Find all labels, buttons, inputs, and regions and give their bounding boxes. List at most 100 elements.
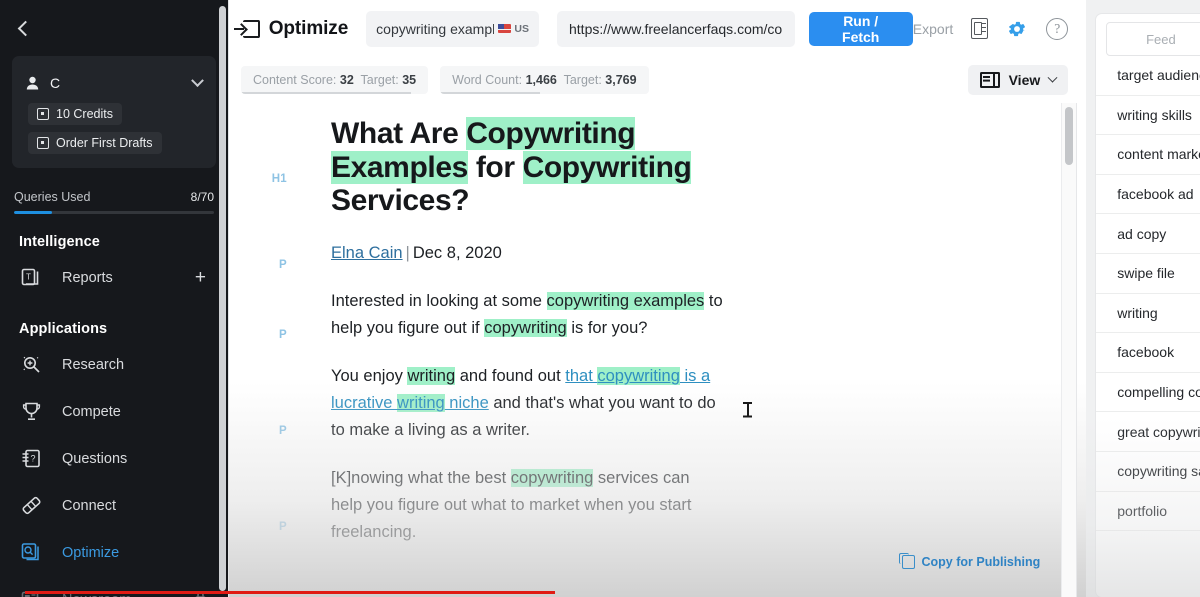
keyword-row[interactable]: great copywriting01-2 [1096, 412, 1200, 452]
chevron-down-icon[interactable] [191, 73, 204, 87]
account-row[interactable]: C [12, 66, 216, 96]
help-circle-icon[interactable]: ? [1046, 17, 1069, 40]
svg-text:?: ? [30, 454, 35, 464]
article-title: What Are Copywriting Examples for Copywr… [331, 117, 711, 218]
word-count-chip: Word Count: 1,466 Target: 3,769 [440, 66, 649, 94]
questions-icon: ? [21, 448, 45, 469]
byline-author-link[interactable]: Elna Cain [331, 244, 403, 262]
queries-progress-fill [14, 211, 52, 214]
account-card[interactable]: C 10 Credits Order First Drafts [12, 56, 216, 168]
app-root: C 10 Credits Order First Drafts Queries … [0, 0, 1200, 597]
export-button[interactable]: Export [913, 21, 953, 37]
tab-feed[interactable]: Feed [1106, 22, 1200, 56]
insights-panel: Feed Research Compete target audience01-… [1086, 0, 1200, 597]
keyword-list[interactable]: target audience01-2writing skills1-21-2c… [1096, 56, 1200, 532]
highlight-term: copywriting examples [546, 291, 705, 310]
text-cursor [743, 402, 752, 418]
keyword-input[interactable]: copywriting example US [366, 10, 539, 47]
content-target-label: Target: [360, 73, 399, 87]
sidebar-item-label: Research [62, 356, 125, 373]
keyword-term: great copywriting [1117, 423, 1200, 440]
keyword-term: copywriting sample [1117, 463, 1200, 480]
element-gutter: H1 P P P P [229, 117, 291, 597]
copy-for-publishing-button[interactable]: Copy for Publishing [898, 553, 1040, 569]
keyword-row[interactable]: compelling copy01-2 [1096, 373, 1200, 413]
gutter-tag-p: P [279, 521, 287, 533]
connect-link-icon [21, 495, 45, 516]
keyword-row[interactable]: portfolio01-2 [1096, 492, 1200, 532]
url-value: https://www.freelancerfaqs.com/cop [569, 20, 783, 37]
document-body[interactable]: What Are Copywriting Examples for Copywr… [291, 117, 1030, 597]
document-scrollbar-track[interactable] [1061, 103, 1078, 597]
sidebar-item-research[interactable]: Research [0, 341, 228, 388]
highlight-term: writing [407, 367, 456, 386]
order-first-drafts-pill[interactable]: Order First Drafts [28, 132, 162, 154]
locale-selector[interactable]: US [498, 23, 529, 35]
content-score-text: Content Score: 32 Target: 35 [253, 73, 416, 87]
content-score-label: Content Score: [253, 73, 337, 87]
paragraph: You enjoy writing and found out that cop… [331, 367, 716, 439]
document-viewport[interactable]: H1 P P P P What Are Copywriting Examples… [229, 103, 1087, 597]
word-count-value: 1,466 [525, 73, 557, 87]
sidebar-item-compete[interactable]: Compete [0, 388, 228, 435]
view-label: View [1008, 72, 1041, 88]
keyword-term: facebook [1117, 344, 1175, 361]
keyword-row[interactable]: target audience01-2 [1096, 56, 1200, 96]
add-report-button[interactable]: + [195, 268, 206, 287]
sidebar-scrollbar[interactable] [219, 6, 226, 591]
sidebar-item-label: Questions [62, 450, 128, 467]
inline-link[interactable]: that copywriting is a lucrative writing … [331, 367, 710, 412]
sidebar-section-intelligence: Intelligence [19, 234, 100, 250]
byline: Elna Cain | Dec 8, 2020 [331, 244, 1030, 263]
score-bar: Content Score: 32 Target: 35 Word Count:… [229, 57, 1087, 103]
paragraph: Interested in looking at some copywritin… [331, 291, 723, 337]
url-input[interactable]: https://www.freelancerfaqs.com/cop [557, 10, 795, 47]
keyword-row[interactable]: facebook3-101-2 [1096, 333, 1200, 373]
credits-pill[interactable]: 10 Credits [28, 103, 122, 125]
sidebar-item-label: Reports [62, 269, 113, 286]
gutter-tag-p: P [279, 329, 287, 341]
word-target-label: Target: [563, 73, 602, 87]
us-flag-icon [498, 24, 512, 33]
keyword-row[interactable]: writing skills1-21-2 [1096, 96, 1200, 136]
credit-icon [37, 108, 49, 120]
insights-card: Feed Research Compete target audience01-… [1096, 14, 1200, 597]
run-fetch-button[interactable]: Run / Fetch [808, 11, 913, 46]
app-title: Optimize [268, 17, 349, 39]
view-button[interactable]: View [967, 65, 1069, 95]
sidebar-collapse-button[interactable] [0, 0, 228, 56]
document: H1 P P P P What Are Copywriting Examples… [229, 103, 1086, 597]
highlight-term: copywriting [597, 367, 680, 386]
trophy-icon [21, 401, 45, 422]
sidebar-item-optimize[interactable]: Optimize [0, 529, 228, 576]
keyword-row[interactable]: swipe file01-2 [1096, 254, 1200, 294]
keyword-row[interactable]: ad copy3-101-2 [1096, 214, 1200, 254]
sidebar-item-label: Connect [62, 497, 117, 514]
keyword-term: writing [1117, 304, 1158, 321]
view-layout-icon [979, 72, 1000, 88]
main-content: Optimize copywriting example US https://… [228, 0, 1087, 597]
content-score-value: 32 [339, 73, 354, 87]
title-part-highlighted: Copywriting [522, 150, 692, 184]
document-scrollbar-thumb[interactable] [1065, 107, 1074, 165]
gear-icon[interactable] [1006, 18, 1028, 40]
user-icon [26, 76, 39, 90]
sidebar-item-reports[interactable]: T Reports + [0, 254, 228, 301]
word-count-label: Word Count: [452, 73, 523, 87]
document-icon[interactable] [971, 18, 989, 39]
keyword-row[interactable]: copywriting sample01-2 [1096, 452, 1200, 492]
queries-used-label: Queries Used [14, 190, 91, 204]
keyword-row[interactable]: writing3-103-10 [1096, 294, 1200, 334]
sidebar-item-questions[interactable]: ? Questions [0, 435, 228, 482]
word-count-text: Word Count: 1,466 Target: 3,769 [452, 73, 636, 87]
gutter-tag-p: P [279, 259, 287, 271]
research-magnifier-icon [21, 354, 45, 375]
reports-icon: T [21, 267, 45, 288]
keyword-row[interactable]: facebook ad01-2 [1096, 175, 1200, 215]
keyword-row[interactable]: content marketing01-2 [1096, 135, 1200, 175]
sidebar-item-connect[interactable]: Connect [0, 482, 228, 529]
keyword-term: ad copy [1117, 225, 1167, 242]
title-part: What Are [331, 117, 467, 150]
copy-icon [898, 553, 915, 569]
paragraph: [K]nowing what the best copywriting serv… [331, 469, 692, 541]
